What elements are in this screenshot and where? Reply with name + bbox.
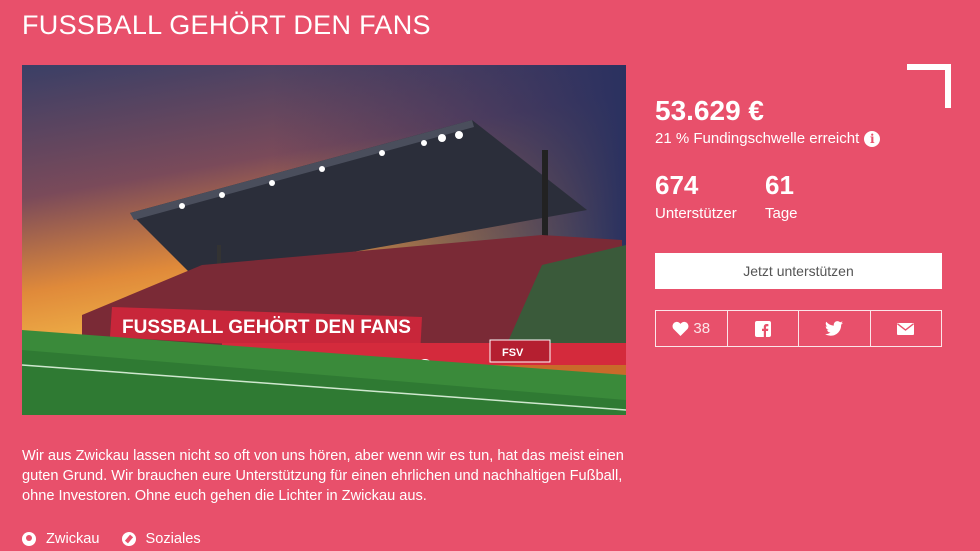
facebook-icon [754, 320, 771, 337]
funding-amount: 53.629 € [655, 95, 764, 126]
funding-threshold: 21 % Fundingschwelle erreicht i [655, 130, 881, 147]
corner-frame-icon [907, 64, 951, 108]
project-description: Wir aus Zwickau lassen nicht so oft von … [22, 448, 624, 504]
mail-icon [897, 322, 915, 335]
like-button[interactable]: 38 [656, 311, 727, 346]
fans-banner: FUSSBALL GEHÖRT DEN FANS [122, 317, 411, 338]
info-icon[interactable]: i [864, 130, 881, 147]
location-pin-icon [22, 532, 36, 546]
facebook-share-button[interactable] [726, 311, 799, 346]
category-label: Soziales [145, 531, 201, 547]
like-count: 38 [693, 320, 711, 337]
twitter-share-button[interactable] [798, 311, 870, 346]
stadium-photo: FUSSBALL GEHÖRT DEN FANS Volkswagen FSV [22, 65, 626, 415]
days-count: 61 [765, 170, 794, 200]
share-bar: 38 [655, 310, 942, 347]
project-image: FUSSBALL GEHÖRT DEN FANS Volkswagen FSV [22, 65, 626, 415]
days-stat: 61 Tage [765, 170, 798, 222]
category-tag[interactable]: Soziales [121, 531, 201, 547]
mail-share-button[interactable] [869, 311, 942, 346]
heart-icon [672, 321, 689, 336]
page-title: FUSSBALL GEHÖRT DEN FANS [22, 10, 431, 40]
supporters-label: Unterstützer [655, 205, 737, 222]
supporters-stat: 674 Unterstützer [655, 170, 737, 222]
days-label: Tage [765, 205, 798, 222]
support-button[interactable]: Jetzt unterstützen [655, 253, 942, 289]
fsv-ad: FSV [502, 347, 524, 359]
threshold-text: 21 % Fundingschwelle erreicht [655, 130, 860, 147]
compass-icon [121, 532, 136, 546]
location-label: Zwickau [46, 531, 100, 547]
supporters-count: 674 [655, 170, 699, 200]
location-tag[interactable]: Zwickau [22, 531, 100, 547]
project-tags: Zwickau Soziales [22, 531, 201, 547]
twitter-icon [825, 321, 844, 336]
